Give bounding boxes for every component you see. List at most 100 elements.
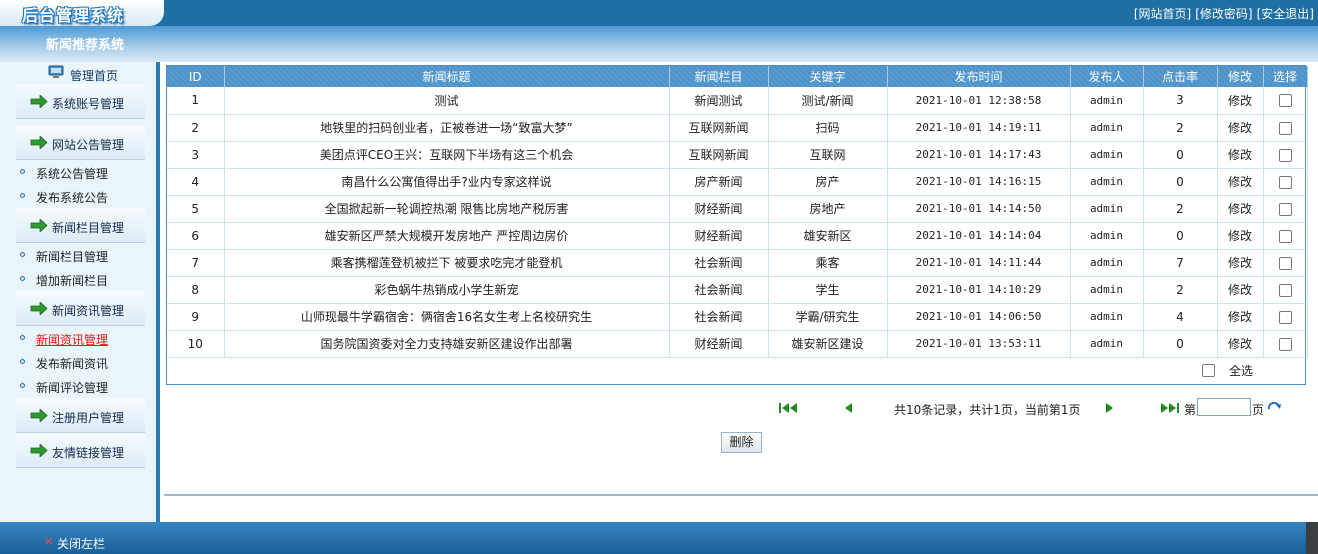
sidebar-item-label: 新闻资讯管理 [36,333,109,347]
cell-edit[interactable]: 修改 [1217,168,1264,196]
row-checkbox[interactable] [1278,337,1292,351]
sidebar-item-news-manage[interactable]: 新闻资讯管理 [0,326,156,350]
bullet-icon [20,359,25,364]
sidebar-item-comment-manage[interactable]: 新闻评论管理 [0,374,156,398]
cell-column: 财经新闻 [669,222,769,250]
cell-id: 5 [167,195,225,223]
cell-author: admin [1070,195,1144,223]
cell-clicks: 2 [1143,195,1218,223]
sidebar-item-announcement-publish[interactable]: 发布系统公告 [0,184,156,208]
cell-edit[interactable]: 修改 [1217,303,1264,331]
sidebar-group-users[interactable]: 注册用户管理 [16,398,145,433]
cell-edit[interactable]: 修改 [1217,87,1264,115]
cell-edit[interactable]: 修改 [1217,276,1264,304]
cell-clicks: 7 [1143,249,1218,277]
news-table: ID 新闻标题 新闻栏目 关键字 发布时间 发布人 点击率 修改 选择 1 测试新… [167,66,1308,358]
site-home-link[interactable]: [网站首页] [1134,5,1191,22]
sidebar-group-columns[interactable]: 新闻栏目管理 [16,208,145,243]
cell-clicks: 0 [1143,222,1218,250]
system-title: 新闻推荐系统 [46,38,125,53]
sidebar-group-label: 系统账号管理 [52,97,125,111]
cell-keyword: 互联网 [768,141,888,169]
sidebar-group-accounts[interactable]: 系统账号管理 [16,84,145,119]
cell-author: admin [1070,276,1144,304]
change-password-link[interactable]: [修改密码] [1195,5,1252,22]
table-row: 6 雄安新区严禁大规模开发房地产 严控周边房价 财经新闻 雄安新区 2021-10-01… [167,222,1308,250]
cell-select [1263,330,1308,358]
cell-edit[interactable]: 修改 [1217,222,1264,250]
row-checkbox[interactable] [1278,229,1292,243]
cell-clicks: 0 [1143,330,1218,358]
cell-column: 社会新闻 [669,249,769,277]
cell-edit[interactable]: 修改 [1217,195,1264,223]
cell-title: 彩色蜗牛热销成小学生新宠 [224,276,670,304]
cell-keyword: 学霸/研究生 [768,303,888,331]
cell-clicks: 0 [1143,168,1218,196]
last-page-icon[interactable] [1158,401,1180,415]
logout-link[interactable]: [安全退出] [1257,5,1314,22]
cell-edit[interactable]: 修改 [1217,141,1264,169]
row-checkbox[interactable] [1278,202,1292,216]
go-page-icon[interactable] [1266,400,1282,414]
sidebar-item-column-add[interactable]: 增加新闻栏目 [0,267,156,291]
news-table-panel: ID 新闻标题 新闻栏目 关键字 发布时间 发布人 点击率 修改 选择 1 测试新… [166,65,1308,385]
close-sidebar-link[interactable]: 关闭左栏 [57,535,105,552]
sidebar-group-news[interactable]: 新闻资讯管理 [16,291,145,326]
cell-author: admin [1070,303,1144,331]
cell-clicks: 2 [1143,276,1218,304]
bullet-icon [20,252,25,257]
cell-column: 财经新闻 [669,330,769,358]
cell-keyword: 雄安新区 [768,222,888,250]
cell-edit[interactable]: 修改 [1217,114,1264,142]
sidebar-group-links[interactable]: 友情链接管理 [16,433,145,468]
sidebar-item-announcement-manage[interactable]: 系统公告管理 [0,160,156,184]
row-checkbox[interactable] [1278,283,1292,297]
cell-author: admin [1070,168,1144,196]
table-row: 3 美团点评CEO王兴：互联网下半场有这三个机会 互联网新闻 互联网 2021-10-0… [167,141,1308,169]
cell-time: 2021-10-01 14:10:29 [887,276,1071,304]
table-row: 10 国务院国资委对全力支持雄安新区建设作出部署 财经新闻 雄安新区建设 2021-10… [167,330,1308,358]
sub-header: 新闻推荐系统 [0,26,1318,62]
bullet-icon [20,383,25,388]
cell-id: 2 [167,114,225,142]
cell-title: 山师现最牛学霸宿舍：俩宿舍16名女生考上名校研究生 [224,303,670,331]
select-all-checkbox[interactable] [1201,364,1215,377]
green-arrow-icon [30,136,48,149]
sidebar-group-label: 新闻栏目管理 [52,221,125,235]
green-arrow-icon [30,95,48,108]
computer-icon [48,65,64,78]
sidebar-group-label: 网站公告管理 [52,138,125,152]
sidebar-group-label: 注册用户管理 [52,411,125,425]
table-row: 4 南昌什么公寓值得出手?业内专家这样说 房产新闻 房产 2021-10-01 14:1… [167,168,1308,196]
cell-select [1263,114,1308,142]
delete-button[interactable]: 删除 [721,432,762,453]
row-checkbox[interactable] [1278,121,1292,135]
row-checkbox[interactable] [1278,94,1292,108]
row-checkbox[interactable] [1278,256,1292,270]
row-checkbox[interactable] [1278,310,1292,324]
first-page-icon[interactable] [778,401,800,415]
cell-edit[interactable]: 修改 [1217,330,1264,358]
cell-select [1263,222,1308,250]
cell-id: 4 [167,168,225,196]
resize-handle[interactable] [1306,522,1318,554]
row-checkbox[interactable] [1278,175,1292,189]
page-number-input[interactable] [1197,398,1251,416]
cell-id: 8 [167,276,225,304]
next-page-icon[interactable] [1104,401,1116,415]
select-all-label: 全选 [1228,364,1253,378]
cell-time: 2021-10-01 14:14:50 [887,195,1071,223]
sidebar-group-label: 友情链接管理 [52,446,125,460]
cell-select [1263,87,1308,115]
sidebar-item-news-publish[interactable]: 发布新闻资讯 [0,350,156,374]
cell-author: admin [1070,87,1144,115]
cell-title: 雄安新区严禁大规模开发房地产 严控周边房价 [224,222,670,250]
cell-edit[interactable]: 修改 [1217,249,1264,277]
prev-page-icon[interactable] [842,401,854,415]
row-checkbox[interactable] [1278,148,1292,162]
sidebar-item-column-manage[interactable]: 新闻栏目管理 [0,243,156,267]
sidebar-group-announcements[interactable]: 网站公告管理 [16,125,145,160]
page-suffix: 页 [1252,403,1265,417]
table-row: 9 山师现最牛学霸宿舍：俩宿舍16名女生考上名校研究生 社会新闻 学霸/研究生 2021… [167,303,1308,331]
sidebar-home[interactable]: 管理首页 [0,62,156,84]
